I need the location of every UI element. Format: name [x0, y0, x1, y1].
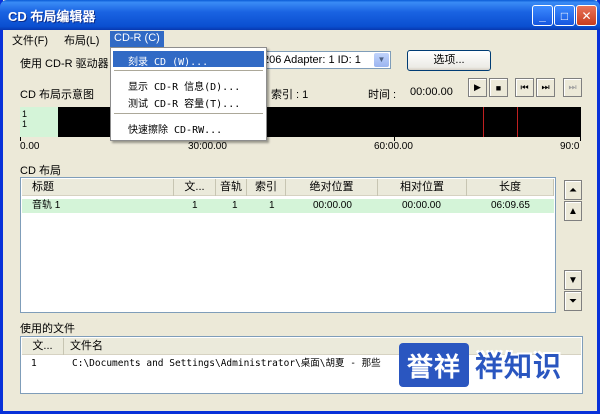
- cell-file: 1: [192, 200, 198, 211]
- track-line-1: 1: [22, 109, 28, 119]
- menu-layout[interactable]: 布局(L): [60, 31, 103, 47]
- layout-diagram-label: CD 布局示意图: [20, 89, 94, 101]
- cell-absolute-position: 00:00.00: [313, 200, 352, 211]
- chevron-down-icon: ▼: [374, 53, 389, 67]
- time-ruler: [20, 137, 581, 147]
- col-file-number[interactable]: 文...: [22, 338, 64, 355]
- col-title[interactable]: 标题: [22, 179, 174, 196]
- table-row[interactable]: 音轨 1 1 1 1 00:00.00 00:00.00 06:09.65: [22, 199, 554, 213]
- col-track[interactable]: 音轨: [216, 179, 247, 196]
- watermark-logo: 誉祥 祥知识: [399, 336, 599, 394]
- title-bar[interactable]: CD 布局编辑器 _ □ ✕: [0, 0, 600, 30]
- col-length[interactable]: 长度: [467, 179, 554, 196]
- stop-icon[interactable]: ■: [489, 78, 508, 97]
- drive-select-value: 206 Adapter: 1 ID: 1: [263, 54, 361, 66]
- end-icon[interactable]: ⏭: [563, 78, 582, 97]
- layout-diagram[interactable]: 1 1: [20, 107, 581, 137]
- window-title: CD 布局编辑器: [8, 9, 96, 24]
- cell-index: 1: [269, 200, 275, 211]
- cd-layout-editor-window: CD 布局编辑器 _ □ ✕ 文件(F) 布局(L) CD-R (C) 使用 C…: [0, 0, 600, 414]
- menu-bar: 文件(F) 布局(L) CD-R (C): [3, 30, 597, 48]
- menu-separator: [114, 70, 263, 71]
- maximize-button[interactable]: □: [554, 5, 575, 26]
- table-header: 标题 文... 音轨 索引 绝对位置 相对位置 长度: [22, 179, 554, 196]
- move-bottom-icon[interactable]: ⏷: [564, 291, 582, 311]
- cd-layout-table[interactable]: 标题 文... 音轨 索引 绝对位置 相对位置 长度 音轨 1 1 1 1 00…: [20, 177, 556, 313]
- ruler-label: 30:00.00: [188, 141, 227, 152]
- menu-quick-erase-cdrw[interactable]: 快速擦除 CD-RW...: [113, 119, 264, 136]
- ruler-label: 0.00: [20, 141, 40, 152]
- menu-separator: [114, 113, 263, 114]
- next-track-icon[interactable]: ⏭: [536, 78, 555, 97]
- marker-line: [517, 107, 518, 137]
- track-line-2: 1: [22, 119, 28, 129]
- cell-track: 1: [232, 200, 238, 211]
- cell-title: 音轨 1: [32, 200, 61, 211]
- col-file[interactable]: 文...: [174, 179, 216, 196]
- previous-track-icon[interactable]: ⏮: [515, 78, 534, 97]
- move-up-icon[interactable]: ▲: [564, 201, 582, 221]
- col-relative-position[interactable]: 相对位置: [378, 179, 467, 196]
- watermark-text: 祥知识: [475, 351, 563, 382]
- cdr-dropdown-menu: 刻录 CD (W)... 显示 CD-R 信息(D)... 测试 CD-R 容量…: [110, 47, 267, 141]
- time-value: 00:00.00: [410, 86, 453, 98]
- options-button[interactable]: 选项...: [407, 50, 491, 71]
- play-icon[interactable]: ▶: [468, 78, 487, 97]
- move-top-icon[interactable]: ⏶: [564, 180, 582, 200]
- drive-label: 使用 CD-R 驱动器: [20, 58, 109, 70]
- col-index[interactable]: 索引: [247, 179, 286, 196]
- minimize-button[interactable]: _: [532, 5, 553, 26]
- index-label: 索引 : 1: [271, 89, 309, 101]
- cell-length: 06:09.65: [491, 200, 530, 211]
- menu-cdr[interactable]: CD-R (C): [110, 31, 164, 47]
- menu-file[interactable]: 文件(F): [8, 31, 52, 47]
- ruler-label: 90:0: [560, 141, 580, 152]
- close-button[interactable]: ✕: [576, 5, 597, 26]
- track-segment[interactable]: 1 1: [20, 107, 58, 137]
- col-absolute-position[interactable]: 绝对位置: [286, 179, 378, 196]
- cd-layout-label: CD 布局: [20, 165, 61, 177]
- ruler-tick: [580, 137, 581, 141]
- time-label: 时间 :: [368, 89, 397, 101]
- used-files-label: 使用的文件: [20, 323, 75, 335]
- marker-line: [483, 107, 484, 137]
- cell-relative-position: 00:00.00: [402, 200, 441, 211]
- move-down-icon[interactable]: ▼: [564, 270, 582, 290]
- watermark-badge: 誉祥: [399, 343, 469, 387]
- ruler-label: 60:00.00: [374, 141, 413, 152]
- drive-select[interactable]: 206 Adapter: 1 ID: 1 ▼: [259, 51, 391, 69]
- menu-test-cdr-capacity[interactable]: 测试 CD-R 容量(T)...: [113, 93, 264, 110]
- menu-show-cdr-info[interactable]: 显示 CD-R 信息(D)...: [113, 76, 264, 93]
- menu-burn-cd[interactable]: 刻录 CD (W)...: [113, 51, 264, 68]
- cell-file-number: 1: [31, 358, 37, 369]
